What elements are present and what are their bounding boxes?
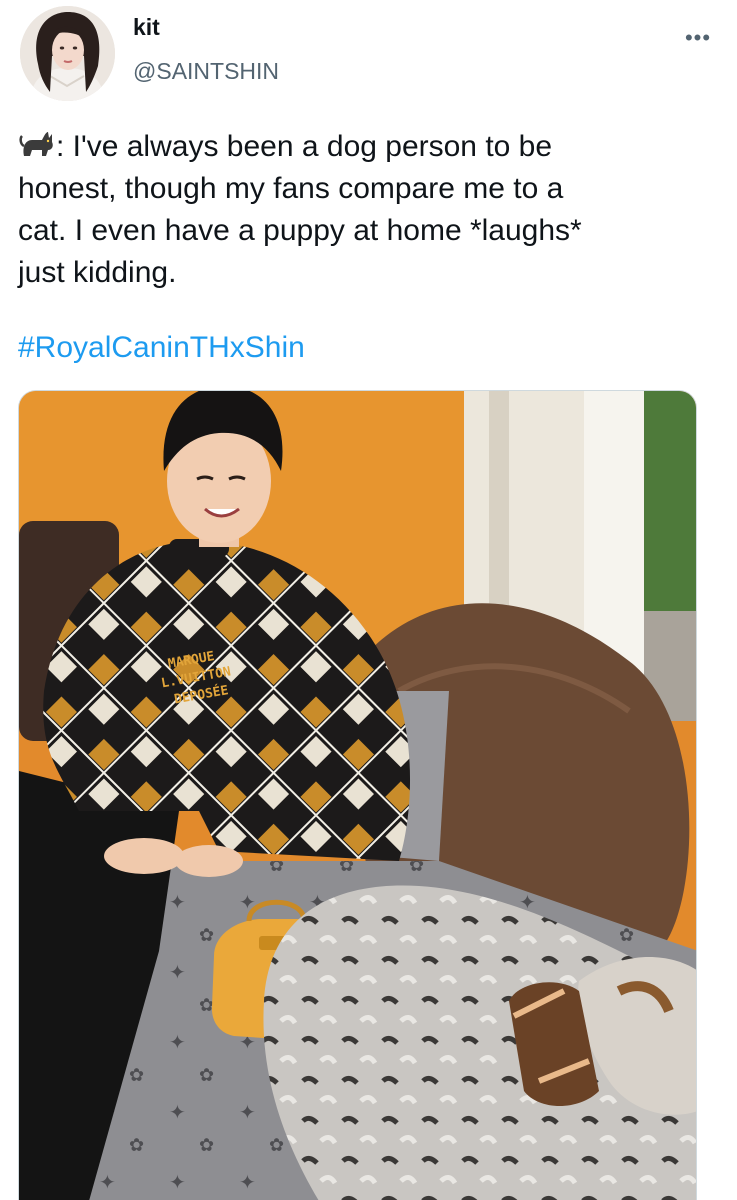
tweet-text-line-2: honest, though my fans compare me to a [18,172,564,205]
tweet-text-line-4: just kidding. [18,256,177,289]
display-name[interactable]: kit [133,14,160,41]
tweet-text-line-3: cat. I even have a puppy at home *laughs… [18,214,582,247]
tweet-text: : I've always been a dog person to be ho… [18,126,708,294]
tweet-text-line-1: : I've always been a dog person to be [56,130,553,163]
tweet-photo[interactable]: ✦ ✿ [18,390,697,1200]
hashtag-link[interactable]: #RoyalCaninTHxShin [18,327,305,369]
avatar[interactable] [20,6,115,101]
photo-scene: ✦ ✿ [19,391,696,1200]
tweet-header: kit @SAINTSHIN ••• [0,0,737,110]
user-handle[interactable]: @SAINTSHIN [133,58,279,85]
more-horizontal-icon[interactable]: ••• [682,22,714,54]
black-cat-emoji-icon [18,128,56,160]
